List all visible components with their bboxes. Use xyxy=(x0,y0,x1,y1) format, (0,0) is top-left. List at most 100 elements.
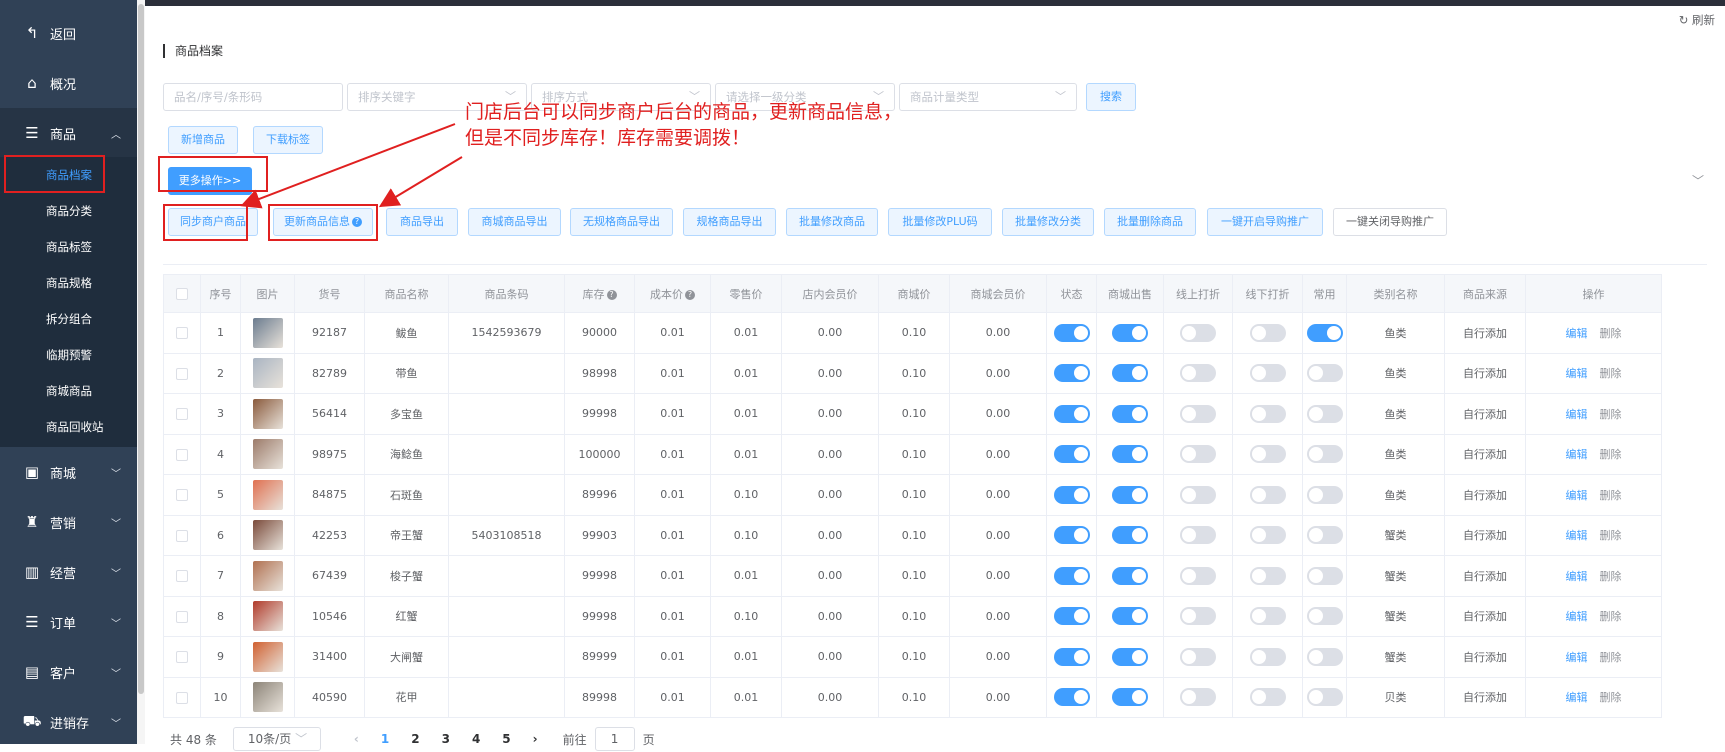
row-select-cell[interactable] xyxy=(163,595,201,637)
status-toggle[interactable] xyxy=(1053,607,1090,626)
edit-link[interactable]: 编辑 xyxy=(1566,570,1588,583)
row-select-cell[interactable] xyxy=(163,514,201,556)
mall_sale-toggle[interactable] xyxy=(1112,566,1148,585)
online-toggle[interactable] xyxy=(1180,647,1216,666)
status-toggle[interactable] xyxy=(1053,485,1090,504)
common-toggle[interactable] xyxy=(1306,404,1343,423)
row-select-cell[interactable] xyxy=(163,312,201,354)
edit-link[interactable]: 编辑 xyxy=(1566,691,1588,704)
page-size-select[interactable]: 10条/页 ﹀ xyxy=(232,727,321,751)
common-toggle[interactable] xyxy=(1306,445,1343,464)
edit-link[interactable]: 编辑 xyxy=(1566,327,1588,340)
row-checkbox[interactable] xyxy=(176,610,188,623)
online-toggle[interactable] xyxy=(1180,526,1216,545)
status-toggle[interactable] xyxy=(1053,404,1090,423)
row-checkbox[interactable] xyxy=(176,691,188,704)
status-toggle[interactable] xyxy=(1053,647,1090,666)
delete-link[interactable]: 删除 xyxy=(1600,489,1622,502)
delete-link[interactable]: 删除 xyxy=(1600,651,1622,664)
offline-toggle[interactable] xyxy=(1249,647,1286,666)
product-image[interactable] xyxy=(252,398,283,429)
offline-toggle[interactable] xyxy=(1249,566,1286,585)
mall_sale-toggle[interactable] xyxy=(1112,364,1148,383)
status-toggle[interactable] xyxy=(1053,445,1090,464)
row-select-cell[interactable] xyxy=(163,393,201,435)
row-select-cell[interactable] xyxy=(163,433,201,475)
mall_sale-toggle[interactable] xyxy=(1112,526,1148,545)
row-select-cell[interactable] xyxy=(163,555,201,597)
row-select-cell[interactable] xyxy=(163,636,201,678)
mall_sale-toggle[interactable] xyxy=(1112,688,1148,707)
common-toggle[interactable] xyxy=(1306,607,1343,626)
online-toggle[interactable] xyxy=(1180,485,1216,504)
delete-link[interactable]: 删除 xyxy=(1600,610,1622,623)
common-toggle[interactable] xyxy=(1306,566,1343,585)
product-image[interactable] xyxy=(252,317,283,348)
mall_sale-toggle[interactable] xyxy=(1112,607,1148,626)
offline-toggle[interactable] xyxy=(1249,607,1286,626)
status-toggle[interactable] xyxy=(1053,364,1090,383)
offline-toggle[interactable] xyxy=(1249,526,1286,545)
product-image[interactable] xyxy=(252,682,283,713)
status-toggle[interactable] xyxy=(1053,566,1090,585)
row-checkbox[interactable] xyxy=(176,408,188,421)
select-all-checkbox[interactable] xyxy=(176,288,188,300)
offline-toggle[interactable] xyxy=(1249,404,1286,423)
common-toggle[interactable] xyxy=(1306,364,1343,383)
product-image[interactable] xyxy=(252,520,283,551)
goto-page-input[interactable]: 1 xyxy=(594,727,635,751)
mall_sale-toggle[interactable] xyxy=(1112,445,1148,464)
online-toggle[interactable] xyxy=(1180,323,1216,342)
product-image[interactable] xyxy=(252,601,283,632)
offline-toggle[interactable] xyxy=(1249,445,1286,464)
row-checkbox[interactable] xyxy=(176,367,188,380)
row-checkbox[interactable] xyxy=(176,448,188,461)
row-select-cell[interactable] xyxy=(163,676,201,718)
online-toggle[interactable] xyxy=(1180,566,1216,585)
row-select-cell[interactable] xyxy=(163,352,201,394)
mall_sale-toggle[interactable] xyxy=(1112,485,1148,504)
row-select-cell[interactable] xyxy=(163,474,201,516)
select-all-cell[interactable] xyxy=(163,274,201,313)
product-image[interactable] xyxy=(252,560,283,591)
common-toggle[interactable] xyxy=(1306,526,1343,545)
row-checkbox[interactable] xyxy=(176,529,188,542)
online-toggle[interactable] xyxy=(1180,404,1216,423)
edit-link[interactable]: 编辑 xyxy=(1566,610,1588,623)
delete-link[interactable]: 删除 xyxy=(1600,529,1622,542)
status-toggle[interactable] xyxy=(1053,526,1090,545)
row-checkbox[interactable] xyxy=(176,651,188,664)
row-checkbox[interactable] xyxy=(176,570,188,583)
common-toggle[interactable] xyxy=(1306,688,1343,707)
offline-toggle[interactable] xyxy=(1249,688,1286,707)
edit-link[interactable]: 编辑 xyxy=(1566,529,1588,542)
delete-link[interactable]: 删除 xyxy=(1600,408,1622,421)
online-toggle[interactable] xyxy=(1180,607,1216,626)
common-toggle[interactable] xyxy=(1306,485,1343,504)
online-toggle[interactable] xyxy=(1180,364,1216,383)
common-toggle[interactable] xyxy=(1306,323,1343,342)
mall_sale-toggle[interactable] xyxy=(1112,647,1148,666)
row-checkbox[interactable] xyxy=(176,489,188,502)
mall_sale-toggle[interactable] xyxy=(1112,404,1148,423)
online-toggle[interactable] xyxy=(1180,688,1216,707)
product-image[interactable] xyxy=(252,358,283,389)
product-image[interactable] xyxy=(252,479,283,510)
edit-link[interactable]: 编辑 xyxy=(1566,651,1588,664)
edit-link[interactable]: 编辑 xyxy=(1566,448,1588,461)
mall_sale-toggle[interactable] xyxy=(1112,323,1148,342)
online-toggle[interactable] xyxy=(1180,445,1216,464)
status-toggle[interactable] xyxy=(1053,323,1090,342)
offline-toggle[interactable] xyxy=(1249,364,1286,383)
product-image[interactable] xyxy=(252,641,283,672)
delete-link[interactable]: 删除 xyxy=(1600,448,1622,461)
offline-toggle[interactable] xyxy=(1249,485,1286,504)
status-toggle[interactable] xyxy=(1053,688,1090,707)
delete-link[interactable]: 删除 xyxy=(1600,327,1622,340)
edit-link[interactable]: 编辑 xyxy=(1566,408,1588,421)
delete-link[interactable]: 删除 xyxy=(1600,691,1622,704)
common-toggle[interactable] xyxy=(1306,647,1343,666)
edit-link[interactable]: 编辑 xyxy=(1566,367,1588,380)
row-checkbox[interactable] xyxy=(176,327,188,340)
edit-link[interactable]: 编辑 xyxy=(1566,489,1588,502)
